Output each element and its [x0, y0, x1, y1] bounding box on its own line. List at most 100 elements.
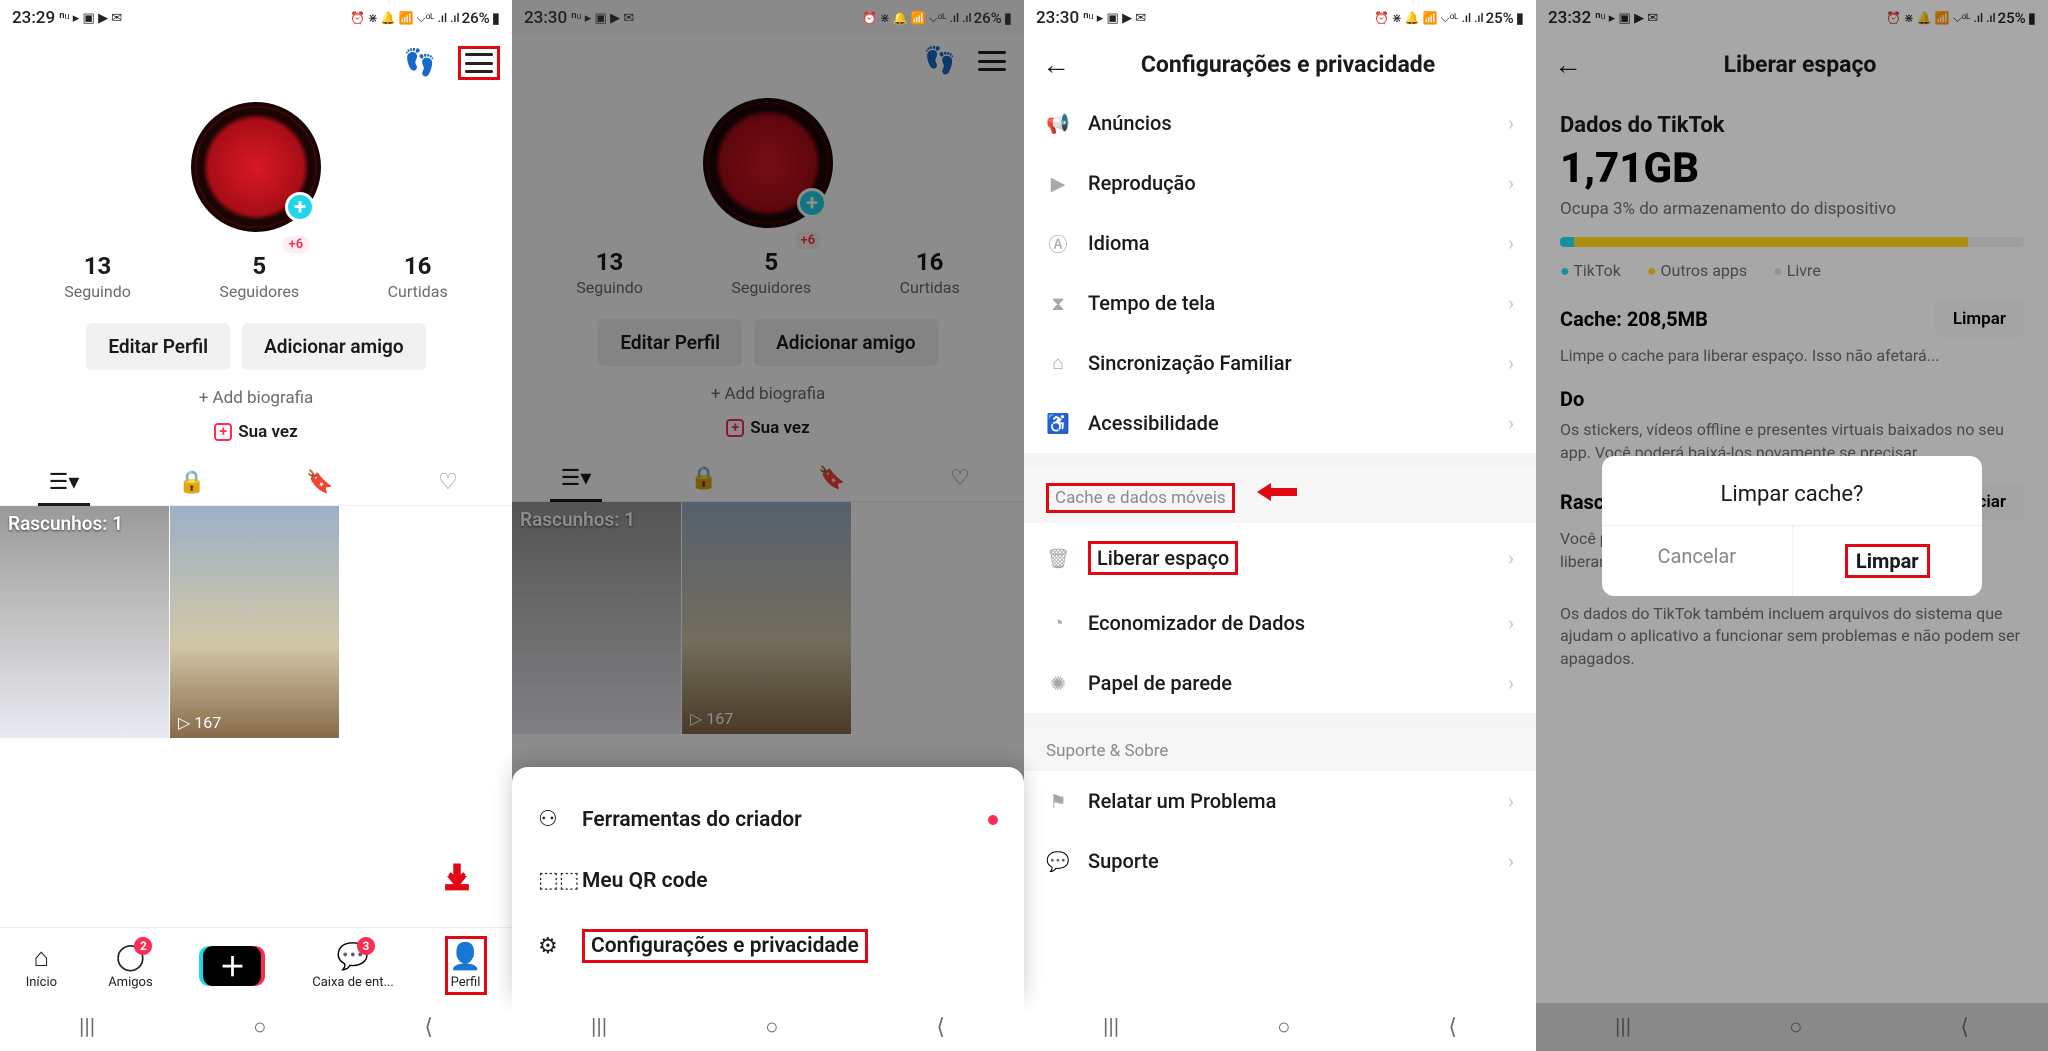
settings-sinc[interactable]: ⌂Sincronização Familiar›	[1024, 333, 1536, 393]
section-cache: Cache e dados móveis	[1024, 467, 1536, 523]
add-story-icon[interactable]: +	[285, 192, 315, 222]
person-star-icon: ⚇	[538, 807, 564, 832]
dialog-confirm-button[interactable]: Limpar	[1793, 526, 1983, 596]
gear-icon: ⚙	[538, 934, 564, 959]
nav-profile[interactable]: 👤Perfil	[445, 936, 487, 995]
add-friend-button[interactable]: Adicionar amigo	[242, 323, 426, 370]
sheet-settings[interactable]: ⚙ Configurações e privacidade	[512, 911, 1024, 981]
section-suporte: Suporte & Sobre	[1024, 727, 1536, 771]
add-friend-button: Adicionar amigo	[754, 319, 938, 366]
back-button[interactable]: ⟨	[1448, 1015, 1457, 1040]
sua-vez-link[interactable]: + Sua vez	[0, 422, 512, 442]
edit-profile-button: Editar Perfil	[598, 319, 742, 366]
nav-friends[interactable]: ◯2Amigos	[108, 941, 152, 990]
edit-profile-button[interactable]: Editar Perfil	[86, 323, 230, 370]
heart-icon: ♡	[438, 470, 458, 495]
play-icon: ▷	[178, 713, 190, 732]
bottom-sheet: ⚇ Ferramentas do criador ⬚⬚ Meu QR code …	[512, 767, 1024, 1003]
wallpaper-icon: ✺	[1046, 671, 1070, 695]
trash-icon: 🗑	[1046, 546, 1070, 570]
recent-apps-button[interactable]: |||	[1103, 1015, 1119, 1040]
home-icon: ⌂	[25, 941, 57, 973]
accessibility-icon: ♿	[1046, 411, 1070, 435]
bookmark-icon: 🔖	[306, 470, 333, 495]
play-icon: ▶	[1046, 171, 1070, 195]
screen-free-space: 23:32 ⁿᵘ ▸ ▣ ▶ ✉ ⏰ ⋇ 🔔 📶 ⌵ᵒᴸ .ıl .ıl 25%…	[1536, 0, 2048, 1051]
recent-apps-button[interactable]: |||	[591, 1015, 607, 1040]
flag-icon: ⚑	[1046, 789, 1070, 813]
screen-settings: 23:30 ⁿᵘ ▸ ▣ ▶ ✉ ⏰ ⋇ 🔔 📶 ⌵ᵒᴸ .ıl .ıl 25%…	[1024, 0, 1536, 1051]
sheet-creator-tools[interactable]: ⚇ Ferramentas do criador	[512, 789, 1024, 850]
screen-profile-menu: 23:30 ⁿᵘ ▸ ▣ ▶ ✉ ⏰ ⋇ 🔔 📶 ⌵ᵒᴸ .ıl .ıl 26%…	[512, 0, 1024, 1051]
settings-tempo[interactable]: ⧗Tempo de tela›	[1024, 273, 1536, 333]
nav-create[interactable]: ＋	[203, 946, 261, 986]
chat-icon: 💬	[1046, 849, 1070, 873]
home-button[interactable]: ○	[1277, 1014, 1290, 1040]
lock-icon: 🔒	[178, 470, 205, 495]
bottom-nav: ⌂Início ◯2Amigos ＋ 💬3Caixa de ent... 👤Pe…	[0, 927, 512, 1003]
avatar[interactable]: +	[191, 102, 321, 232]
back-button[interactable]: ⟨	[424, 1015, 433, 1040]
settings-relatar[interactable]: ⚑Relatar um Problema›	[1024, 771, 1536, 831]
data-saver-icon: ◔	[1046, 611, 1070, 635]
system-nav: ||| ○ ⟨	[0, 1003, 512, 1051]
settings-idioma[interactable]: ⒶIdioma›	[1024, 213, 1536, 273]
settings-anuncios[interactable]: 📢Anúncios›	[1024, 93, 1536, 153]
home-button[interactable]: ○	[253, 1014, 266, 1040]
hourglass-icon: ⧗	[1046, 291, 1070, 315]
status-bar: 23:29 ⁿᵘ ▸ ▣ ▶ ✉ ⏰ ⋇ 🔔 📶 ⌵ᵒᴸ .ıl .ıl 26%…	[0, 0, 512, 36]
language-icon: Ⓐ	[1046, 231, 1070, 255]
settings-papel[interactable]: ✺Papel de parede›	[1024, 653, 1536, 713]
nav-home[interactable]: ⌂Início	[25, 941, 57, 990]
time: 23:30	[524, 8, 567, 28]
profile-icon: 👤	[450, 941, 482, 973]
status-bar: 23:30 ⁿᵘ ▸ ▣ ▶ ✉ ⏰ ⋇ 🔔 📶 ⌵ᵒᴸ .ıl .ıl 25%…	[1024, 0, 1536, 36]
add-story-icon: +	[797, 188, 827, 218]
friends-icon: ◯2	[114, 941, 146, 973]
following-stat[interactable]: 13 Seguindo	[64, 252, 131, 301]
video-thumb[interactable]: ▷167	[170, 506, 340, 738]
hamburger-menu[interactable]	[465, 53, 493, 73]
plus-clip-icon: +	[214, 423, 232, 441]
likes-stat[interactable]: 16 Curtidas	[388, 252, 448, 301]
dialog-title: Limpar cache?	[1602, 456, 1982, 525]
recent-apps-button[interactable]: |||	[79, 1015, 95, 1040]
tab-saved[interactable]: 🔖	[256, 460, 384, 505]
clear-cache-dialog: Limpar cache? Cancelar Limpar	[1602, 456, 1982, 596]
back-arrow-icon[interactable]: ←	[1042, 48, 1070, 81]
settings-economizador[interactable]: ◔Economizador de Dados›	[1024, 593, 1536, 653]
home-shield-icon: ⌂	[1046, 351, 1070, 375]
time: 23:29	[12, 8, 55, 28]
tab-grid[interactable]: ☰▾	[0, 460, 128, 505]
add-bio-link[interactable]: + Add biografia	[0, 388, 512, 408]
tab-private[interactable]: 🔒	[128, 460, 256, 505]
footprints-icon[interactable]: 👣	[404, 48, 436, 78]
annotation-arrow-icon	[1257, 481, 1297, 503]
screen-profile: 23:29 ⁿᵘ ▸ ▣ ▶ ✉ ⏰ ⋇ 🔔 📶 ⌵ᵒᴸ .ıl .ıl 26%…	[0, 0, 512, 1051]
home-button[interactable]: ○	[765, 1014, 778, 1040]
tab-liked[interactable]: ♡	[384, 460, 512, 505]
battery: 26%	[462, 9, 490, 27]
dialog-overlay[interactable]: Limpar cache? Cancelar Limpar	[1536, 0, 2048, 1051]
qr-icon: ⬚⬚	[538, 868, 564, 893]
status-bar: 23:30 ⁿᵘ ▸ ▣ ▶ ✉ ⏰ ⋇ 🔔 📶 ⌵ᵒᴸ .ıl .ıl 26%…	[512, 0, 1024, 36]
dialog-cancel-button[interactable]: Cancelar	[1602, 526, 1793, 596]
avatar: +	[703, 98, 833, 228]
annotation-arrow-icon	[442, 861, 472, 891]
megaphone-icon: 📢	[1046, 111, 1070, 135]
settings-reproducao[interactable]: ▶Reprodução›	[1024, 153, 1536, 213]
footprints-icon: 👣	[924, 46, 956, 76]
settings-suporte[interactable]: 💬Suporte›	[1024, 831, 1536, 891]
notification-dot	[988, 815, 998, 825]
settings-liberar-espaco[interactable]: 🗑 Liberar espaço ›	[1024, 523, 1536, 593]
back-button[interactable]: ⟨	[936, 1015, 945, 1040]
drafts-thumb[interactable]: Rascunhos: 1	[0, 506, 170, 738]
hamburger-menu	[978, 51, 1006, 71]
inbox-icon: 💬3	[337, 941, 369, 973]
nav-inbox[interactable]: 💬3Caixa de ent...	[312, 941, 394, 990]
system-nav: ||| ○ ⟨	[512, 1003, 1024, 1051]
followers-stat[interactable]: +6 5 Seguidores	[219, 252, 299, 301]
settings-acess[interactable]: ♿Acessibilidade›	[1024, 393, 1536, 453]
sheet-qr-code[interactable]: ⬚⬚ Meu QR code	[512, 850, 1024, 911]
system-nav: ||| ○ ⟨	[1024, 1003, 1536, 1051]
